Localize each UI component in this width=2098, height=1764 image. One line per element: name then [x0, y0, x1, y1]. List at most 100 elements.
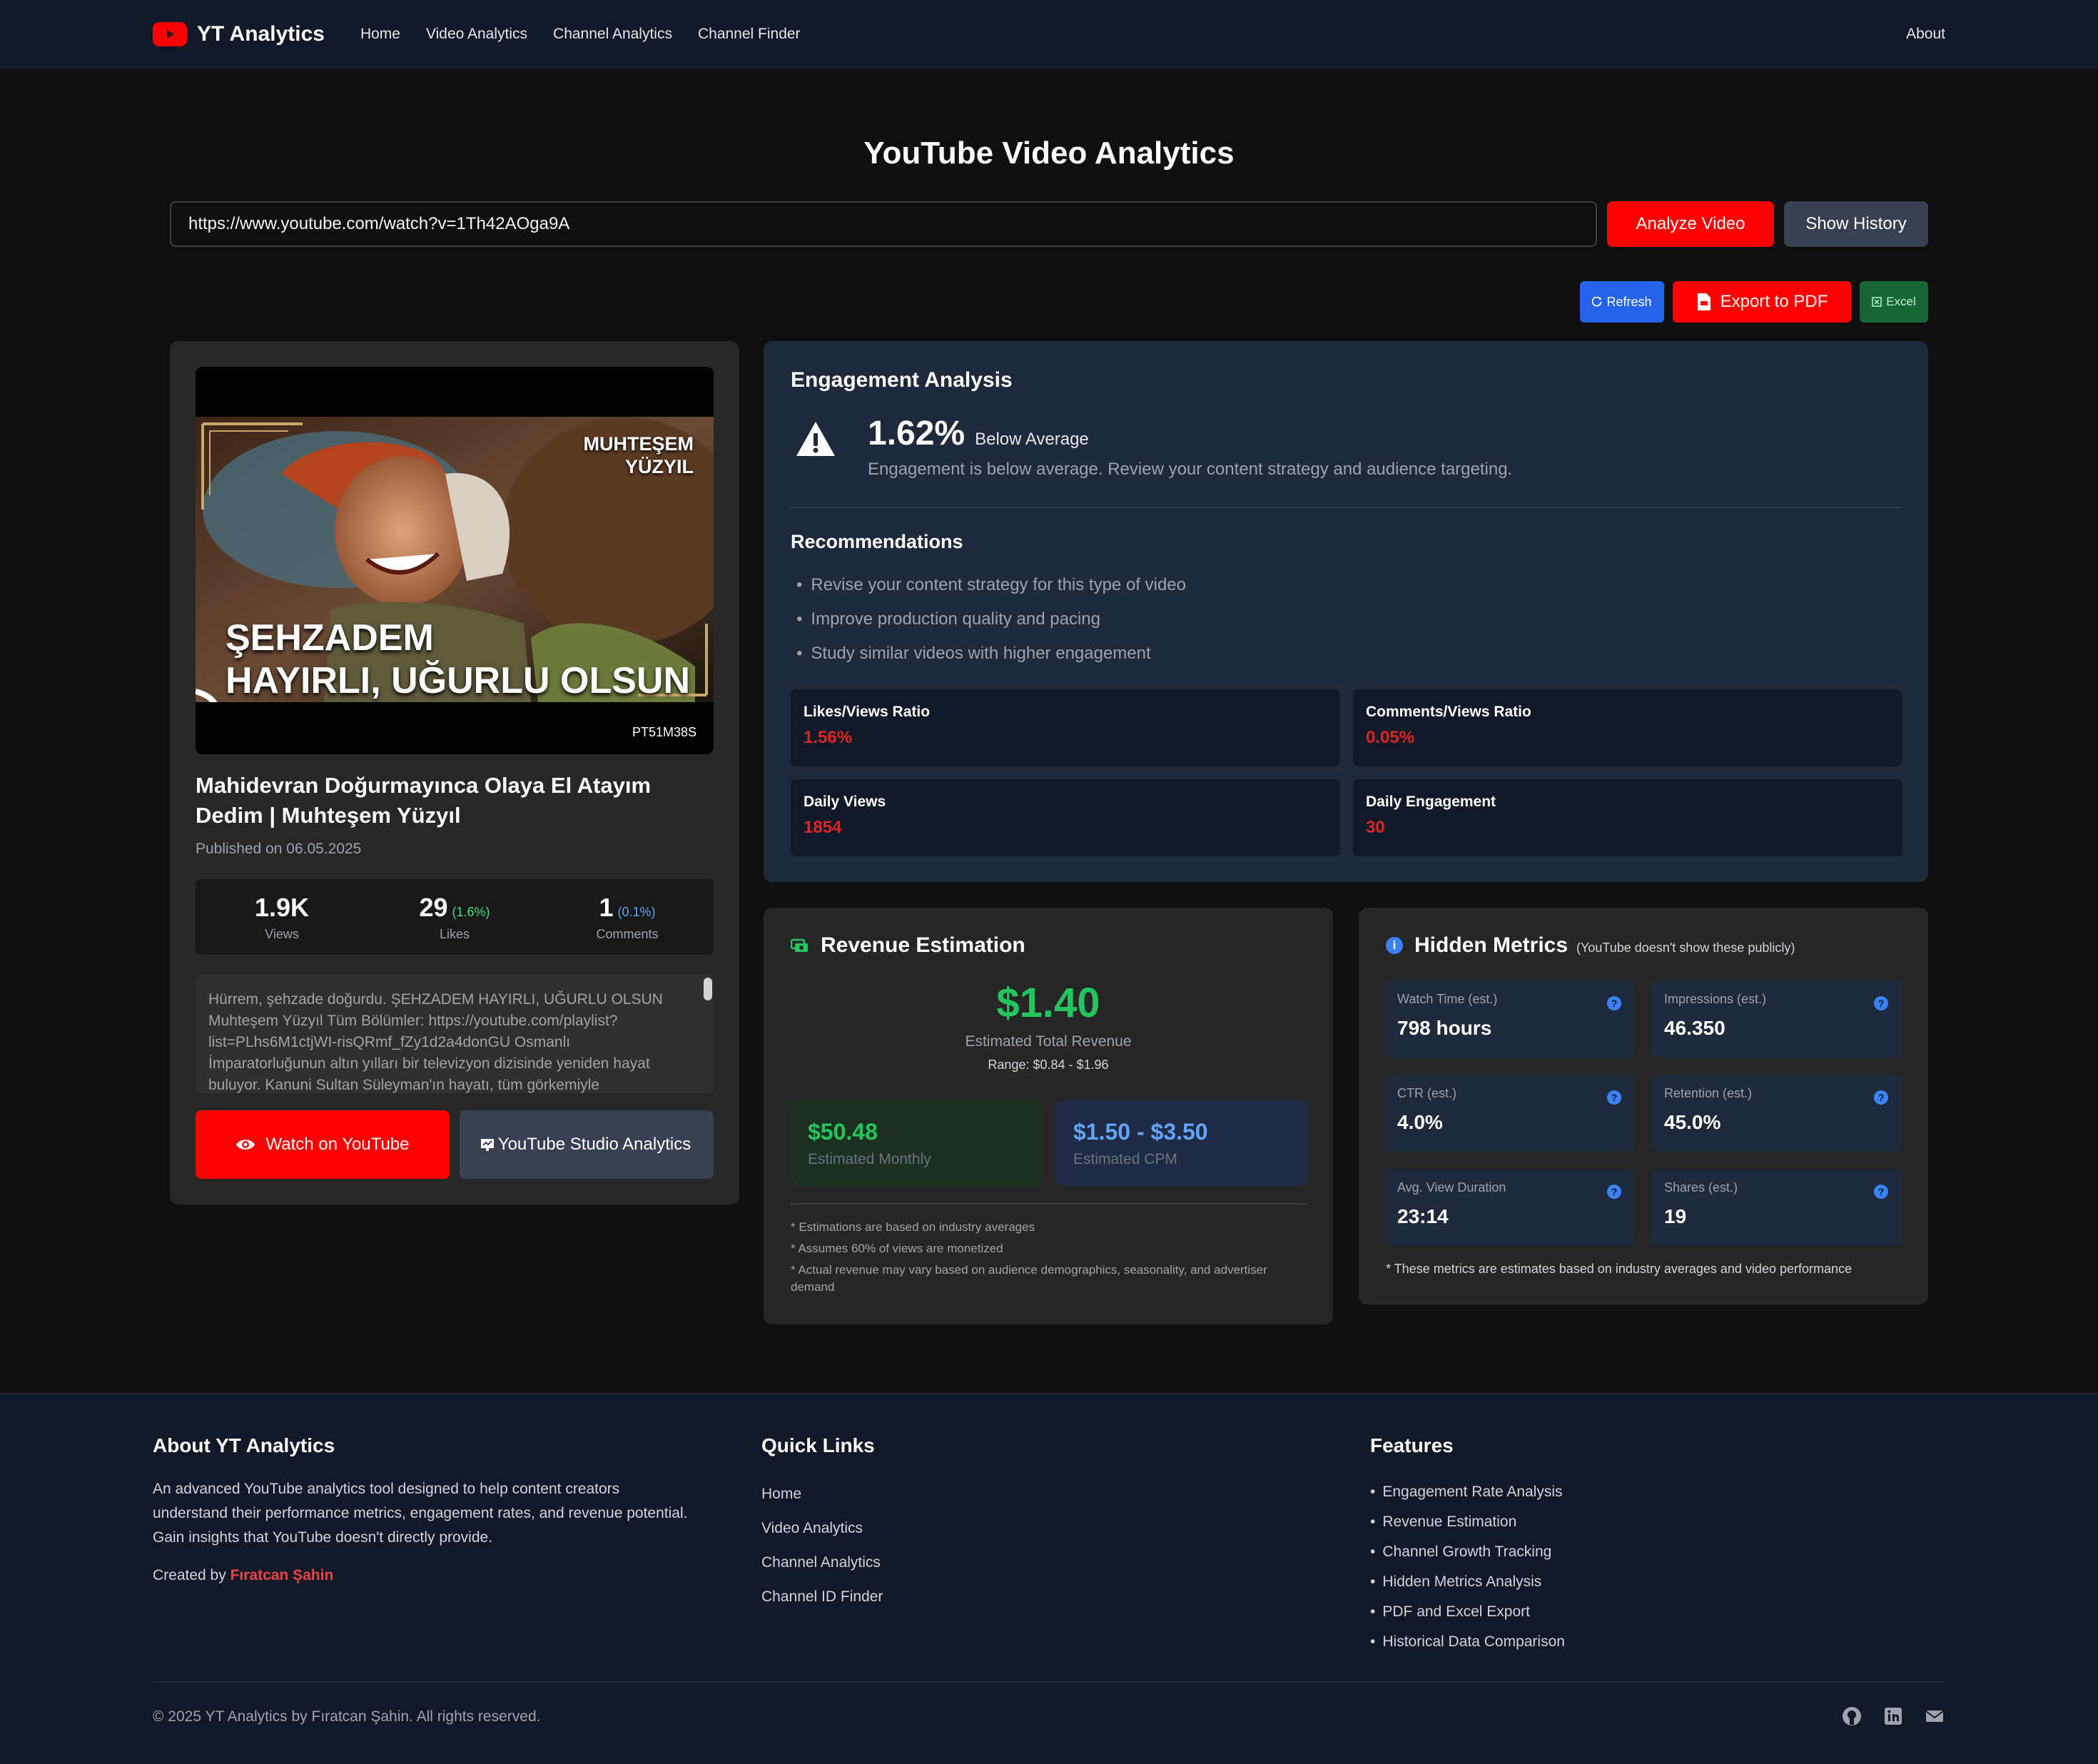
- revenue-title-row: Revenue Estimation: [791, 933, 1025, 958]
- youtube-play-icon: [153, 22, 187, 46]
- feature-item: Revenue Estimation: [1370, 1507, 1565, 1537]
- stat-likes: 29 (1.6%) Likes: [368, 879, 541, 955]
- revenue-cpm: $1.50 - $3.50 Estimated CPM: [1056, 1100, 1307, 1186]
- brand-name: YT Analytics: [197, 22, 325, 46]
- divider: [791, 507, 1901, 508]
- footer-link-home[interactable]: Home: [761, 1477, 883, 1511]
- metric-label: Daily Engagement: [1366, 794, 1496, 810]
- divider: [791, 1203, 1306, 1205]
- recommendations-list: Revise your content strategy for this ty…: [796, 568, 1186, 671]
- nav-link-channel-finder[interactable]: Channel Finder: [698, 26, 801, 43]
- thumbnail-brand-line1: MUHTEŞEM: [583, 433, 694, 455]
- refresh-button[interactable]: Refresh: [1580, 281, 1664, 323]
- likes-percent: (1.6%): [452, 904, 490, 919]
- video-thumbnail[interactable]: MUHTEŞEM YÜZYIL ŞEHZADEM HAYIRLI, UĞURLU…: [196, 367, 714, 754]
- thumbnail-caption: ŞEHZADEM HAYIRLI, UĞURLU OLSUN: [225, 617, 690, 702]
- thumbnail-caption-line2: HAYIRLI, UĞURLU OLSUN: [225, 660, 690, 701]
- footer-link-channel-id-finder[interactable]: Channel ID Finder: [761, 1580, 883, 1614]
- engagement-title: Engagement Analysis: [791, 368, 1013, 392]
- export-pdf-button[interactable]: Export to PDF: [1673, 281, 1851, 323]
- nav-link-channel-analytics[interactable]: Channel Analytics: [553, 26, 672, 43]
- help-icon[interactable]: ?: [1874, 1185, 1888, 1199]
- video-description[interactable]: Hürrem, şehzade doğurdu. ŞEHZADEM HAYIRL…: [196, 975, 714, 1093]
- help-icon[interactable]: ?: [1874, 1090, 1888, 1105]
- video-url-input[interactable]: [170, 201, 1597, 247]
- views-value: 1.9K: [254, 892, 310, 922]
- description-scrollbar[interactable]: [702, 975, 714, 1093]
- video-stats: 1.9K Views 29 (1.6%) Likes 1 (0.1%) Comm…: [196, 879, 714, 955]
- nav-link-home[interactable]: Home: [360, 26, 400, 43]
- footer-copyright: © 2025 YT Analytics by Fıratcan Şahin. A…: [153, 1708, 541, 1725]
- revenue-title: Revenue Estimation: [821, 933, 1025, 957]
- help-icon[interactable]: ?: [1607, 996, 1621, 1010]
- github-icon[interactable]: [1841, 1705, 1863, 1727]
- revenue-monthly: $50.48 Estimated Monthly: [791, 1100, 1042, 1186]
- show-history-button[interactable]: Show History: [1784, 201, 1928, 247]
- nav-link-video-analytics[interactable]: Video Analytics: [426, 26, 527, 43]
- engagement-rating: Below Average: [975, 430, 1089, 449]
- hidden-metrics-title: Hidden Metrics: [1414, 933, 1569, 957]
- hidden-metric-ctr: CTR (est.) 4.0% ?: [1384, 1075, 1634, 1152]
- hidden-metric-impressions: Impressions (est.) 46.350 ?: [1651, 980, 1901, 1058]
- hidden-metrics-card: i Hidden Metrics (YouTube doesn't show t…: [1359, 908, 1928, 1304]
- refresh-label: Refresh: [1606, 294, 1652, 309]
- video-duration: PT51M38S: [632, 725, 696, 739]
- analyze-video-button[interactable]: Analyze Video: [1607, 201, 1774, 247]
- monthly-value: $50.48: [808, 1119, 878, 1145]
- help-icon[interactable]: ?: [1874, 996, 1888, 1010]
- stat-comments: 1 (0.1%) Comments: [541, 879, 714, 955]
- engagement-rate-value: 1.62%: [868, 415, 966, 452]
- footer-quick-links: Quick Links Home Video Analytics Channel…: [761, 1434, 883, 1614]
- recommendation-item: Revise your content strategy for this ty…: [796, 568, 1186, 602]
- money-icon: [791, 938, 808, 952]
- engagement-rate: 1.62% Below Average: [868, 414, 1089, 453]
- hidden-metric-label: CTR (est.): [1397, 1086, 1456, 1100]
- footer-about-title: About YT Analytics: [153, 1434, 335, 1456]
- metric-value: 1.56%: [804, 728, 853, 747]
- brand[interactable]: YT Analytics: [153, 22, 325, 46]
- hidden-metric-label: Avg. View Duration: [1397, 1180, 1506, 1195]
- revenue-note: * Actual revenue may vary based on audie…: [791, 1263, 1267, 1294]
- hidden-metric-label: Retention (est.): [1664, 1086, 1753, 1100]
- export-excel-button[interactable]: Excel: [1860, 281, 1928, 323]
- help-icon[interactable]: ?: [1607, 1185, 1621, 1199]
- metric-label: Likes/Views Ratio: [804, 704, 931, 720]
- hidden-metric-value: 46.350: [1664, 1017, 1725, 1039]
- youtube-studio-button[interactable]: YouTube Studio Analytics: [460, 1110, 714, 1179]
- footer-features: Features Engagement Rate Analysis Revenu…: [1370, 1434, 1565, 1657]
- revenue-notes: * Estimations are based on industry aver…: [791, 1219, 1306, 1300]
- metric-comments-views: Comments/Views Ratio 0.05%: [1353, 689, 1902, 766]
- cpm-value: $1.50 - $3.50: [1073, 1119, 1208, 1145]
- footer-social: [1841, 1705, 1945, 1727]
- warning-triangle-icon: [796, 422, 835, 456]
- footer: About YT Analytics An advanced YouTube a…: [0, 1393, 2098, 1764]
- monthly-label: Estimated Monthly: [808, 1151, 931, 1167]
- thumbnail-brand-line2: YÜZYIL: [624, 456, 694, 477]
- comments-percent: (0.1%): [617, 904, 656, 919]
- refresh-icon: [1592, 297, 1603, 307]
- navbar: YT Analytics Home Video Analytics Channe…: [0, 0, 2098, 69]
- feature-item: PDF and Excel Export: [1370, 1597, 1565, 1627]
- hidden-metric-value: 23:14: [1397, 1205, 1449, 1227]
- hidden-metric-value: 19: [1664, 1205, 1687, 1227]
- feature-item: Hidden Metrics Analysis: [1370, 1567, 1565, 1597]
- thumbnail-brand-text: MUHTEŞEM YÜZYIL: [584, 432, 694, 478]
- recommendation-item: Study similar videos with higher engagem…: [796, 637, 1186, 671]
- thumbnail-caption-line1: ŞEHZADEM: [225, 617, 434, 659]
- hidden-metric-retention: Retention (est.) 45.0% ?: [1651, 1075, 1901, 1152]
- footer-link-video-analytics[interactable]: Video Analytics: [761, 1511, 883, 1546]
- linkedin-icon[interactable]: [1882, 1705, 1904, 1727]
- watch-on-youtube-button[interactable]: Watch on YouTube: [196, 1110, 450, 1179]
- author-link[interactable]: Fıratcan Şahin: [230, 1567, 334, 1583]
- recommendations-title: Recommendations: [791, 531, 963, 552]
- footer-link-channel-analytics[interactable]: Channel Analytics: [761, 1546, 883, 1580]
- email-icon[interactable]: [1924, 1705, 1945, 1727]
- feature-item: Engagement Rate Analysis: [1370, 1477, 1565, 1507]
- help-icon[interactable]: ?: [1607, 1090, 1621, 1105]
- metric-value: 30: [1366, 818, 1385, 837]
- views-label: Views: [265, 926, 299, 941]
- nav-link-about[interactable]: About: [1906, 26, 1945, 43]
- hidden-metric-value: 45.0%: [1664, 1111, 1721, 1133]
- feature-item: Channel Growth Tracking: [1370, 1537, 1565, 1567]
- studio-chart-icon: [481, 1139, 494, 1151]
